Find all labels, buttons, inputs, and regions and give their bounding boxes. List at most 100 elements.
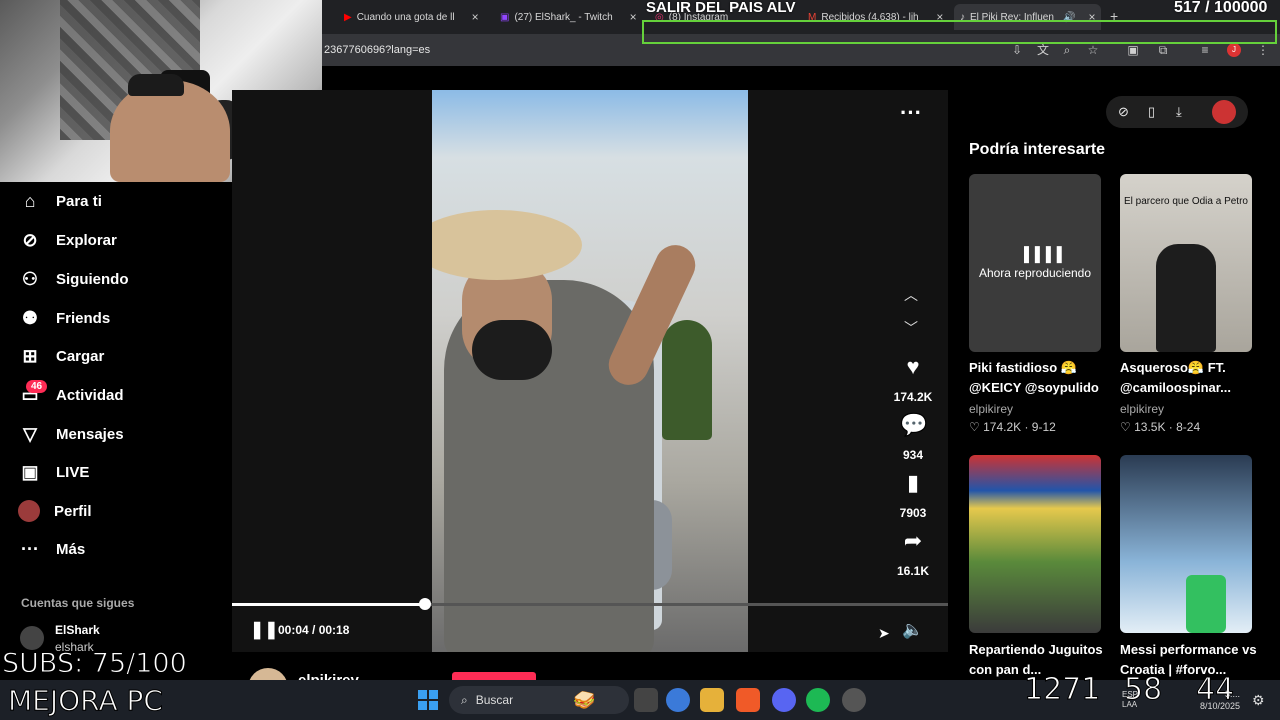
sidebar-item-para-ti[interactable]: ⌂ Para ti xyxy=(18,186,102,216)
suggestion-card-thumb-2[interactable]: El parcero que Odia a Petro xyxy=(1120,174,1252,352)
more-options-icon[interactable]: ··· xyxy=(900,100,922,126)
spotify-icon[interactable] xyxy=(806,688,830,712)
suggestion-card-thumb-4[interactable] xyxy=(1120,455,1252,633)
bookmark-star-icon[interactable]: ☆ xyxy=(1086,43,1100,57)
equalizer-icon: ▌▌▌▌ xyxy=(1024,246,1068,262)
notification-icon[interactable]: ⚙ xyxy=(1252,692,1265,709)
following-avatar[interactable] xyxy=(20,626,44,650)
volume-icon[interactable]: 🔈 xyxy=(902,620,923,640)
windows-start-icon[interactable] xyxy=(418,690,438,710)
share-icon[interactable]: ➦ xyxy=(900,528,926,554)
system-clock[interactable]: 3:... 8/10/2025 xyxy=(1200,688,1240,712)
coin-icon[interactable]: ⊘ xyxy=(1118,104,1129,120)
like-count: 174.2K xyxy=(893,390,933,404)
pause-icon[interactable]: ❚❚ xyxy=(250,620,279,640)
avatar-icon xyxy=(18,500,40,522)
cap xyxy=(128,74,184,96)
keyboard-lang[interactable]: ESP LAA xyxy=(1122,690,1152,710)
progress-knob[interactable] xyxy=(419,598,431,610)
sidebar-item-explorar[interactable]: ⊘ Explorar xyxy=(18,225,116,255)
following-user[interactable]: ElShark xyxy=(55,623,100,637)
chrome-icon[interactable] xyxy=(666,688,690,712)
suggestion-author-2[interactable]: elpikirey xyxy=(1120,402,1164,416)
extension-icon[interactable]: ▣ xyxy=(1126,43,1140,57)
zoom-icon[interactable]: ⌕ xyxy=(1060,43,1074,57)
url-text[interactable]: 2367760696?lang=es xyxy=(324,44,430,56)
user-follow-icon: ⚇ xyxy=(21,268,39,289)
device-icon[interactable]: ▯ xyxy=(1148,104,1155,120)
tree xyxy=(662,320,712,440)
chevron-down-icon[interactable]: ﹀ xyxy=(904,318,918,338)
youtube-icon: ▶ xyxy=(344,11,352,23)
compass-icon: ⊘ xyxy=(22,229,38,250)
close-icon[interactable]: × xyxy=(630,10,637,24)
kebab-menu-icon[interactable]: ⋮ xyxy=(1256,43,1270,57)
save-count: 7903 xyxy=(899,506,927,520)
beard xyxy=(472,320,552,380)
mejora-pc-overlay: MEJORA PC xyxy=(8,684,164,718)
overlay-number-a: 1271 xyxy=(1023,672,1101,708)
translate-icon[interactable]: 文 xyxy=(1036,43,1050,57)
thumb-caption: El parcero que Odia a Petro xyxy=(1124,196,1248,207)
tab-twitch[interactable]: ▣ (27) ElShark_ - Twitch × xyxy=(500,6,637,28)
suggestion-stats-1: ♡ 174.2K · 9-12 xyxy=(969,420,1056,434)
sidebar-item-live[interactable]: ▣ LIVE xyxy=(18,457,89,487)
time-display: 00:04 / 00:18 xyxy=(278,623,350,637)
suggestion-author-1[interactable]: elpikirey xyxy=(969,402,1013,416)
bookmark-icon[interactable]: ▮ xyxy=(900,470,926,496)
close-icon[interactable]: × xyxy=(472,10,479,24)
progress-fill xyxy=(232,603,425,606)
suggestion-stats-2: ♡ 13.5K · 8-24 xyxy=(1120,420,1201,434)
comment-count: 934 xyxy=(902,448,924,462)
sidebar-item-perfil[interactable]: Perfil xyxy=(18,496,92,526)
straw-hat xyxy=(432,210,582,280)
like-heart-icon[interactable]: ♥ xyxy=(900,354,926,380)
media-icon[interactable]: ≡ xyxy=(1198,43,1212,57)
stream-goal-title: SALIR DEL PAIS ALV xyxy=(646,0,796,16)
now-playing-label: Ahora reproduciendo xyxy=(978,266,1092,280)
suggestion-title-2[interactable]: Asqueroso😤 FT. @camiloospinar... xyxy=(1120,358,1260,398)
activity-badge: 46 xyxy=(26,380,48,393)
sidebar-item-siguiendo[interactable]: ⚇ Siguiendo xyxy=(18,264,129,294)
download-icon[interactable]: ⤓ xyxy=(1176,104,1182,120)
subs-goal-overlay: SUBS: 75/100 xyxy=(2,648,188,680)
live-tv-icon: ▣ xyxy=(21,461,39,482)
share-count: 16.1K xyxy=(896,564,930,578)
upload-icon: ⊞ xyxy=(22,345,38,366)
friends-icon: ⚉ xyxy=(21,307,39,328)
profile-avatar-icon[interactable]: J xyxy=(1227,43,1241,57)
send-icon: ▽ xyxy=(23,423,37,444)
sidebar-item-cargar[interactable]: ⊞ Cargar xyxy=(18,341,104,371)
thumb-person xyxy=(1156,244,1216,352)
install-icon[interactable]: ⇩ xyxy=(1010,43,1024,57)
suggestion-card-thumb-3[interactable] xyxy=(969,455,1101,633)
brave-icon[interactable] xyxy=(736,688,760,712)
taskbar-search[interactable]: ⌕ Buscar 🥪 xyxy=(449,686,629,714)
discord-icon[interactable] xyxy=(772,688,796,712)
tab-youtube[interactable]: ▶ Cuando una gota de ll × xyxy=(344,6,479,28)
mouse-cursor-icon: ➤ xyxy=(878,625,890,641)
task-view-icon[interactable] xyxy=(634,688,658,712)
puzzle-icon[interactable]: ⧉ xyxy=(1156,43,1170,57)
thumb-green-jar xyxy=(1186,575,1226,633)
file-explorer-icon[interactable] xyxy=(700,688,724,712)
search-icon: ⌕ xyxy=(461,692,468,707)
stream-goal-counter: 517 / 100000 xyxy=(1174,0,1268,16)
following-heading: Cuentas que sigues xyxy=(21,596,135,610)
goal-progress-box xyxy=(642,20,1277,44)
suggestion-card-thumb-1[interactable]: ▌▌▌▌ Ahora reproduciendo xyxy=(969,174,1101,352)
home-icon: ⌂ xyxy=(24,190,36,211)
chevron-up-icon[interactable]: ︿ xyxy=(904,285,918,305)
search-highlight-icon: 🥪 xyxy=(573,689,596,710)
comment-icon[interactable]: 💬 xyxy=(900,412,927,438)
twitch-icon: ▣ xyxy=(500,11,510,23)
profile-avatar[interactable] xyxy=(1212,100,1236,124)
more-icon: ··· xyxy=(21,538,39,559)
suggestions-title: Podría interesarte xyxy=(969,141,1106,158)
suggestion-title-1[interactable]: Piki fastidioso 😤 @KEICY @soypulido xyxy=(969,358,1109,398)
video-frame[interactable] xyxy=(432,90,748,652)
sidebar-item-mas[interactable]: ··· Más xyxy=(18,534,85,564)
sidebar-item-mensajes[interactable]: ▽ Mensajes xyxy=(18,419,123,449)
sidebar-item-friends[interactable]: ⚉ Friends xyxy=(18,303,110,333)
obs-icon[interactable] xyxy=(842,688,866,712)
